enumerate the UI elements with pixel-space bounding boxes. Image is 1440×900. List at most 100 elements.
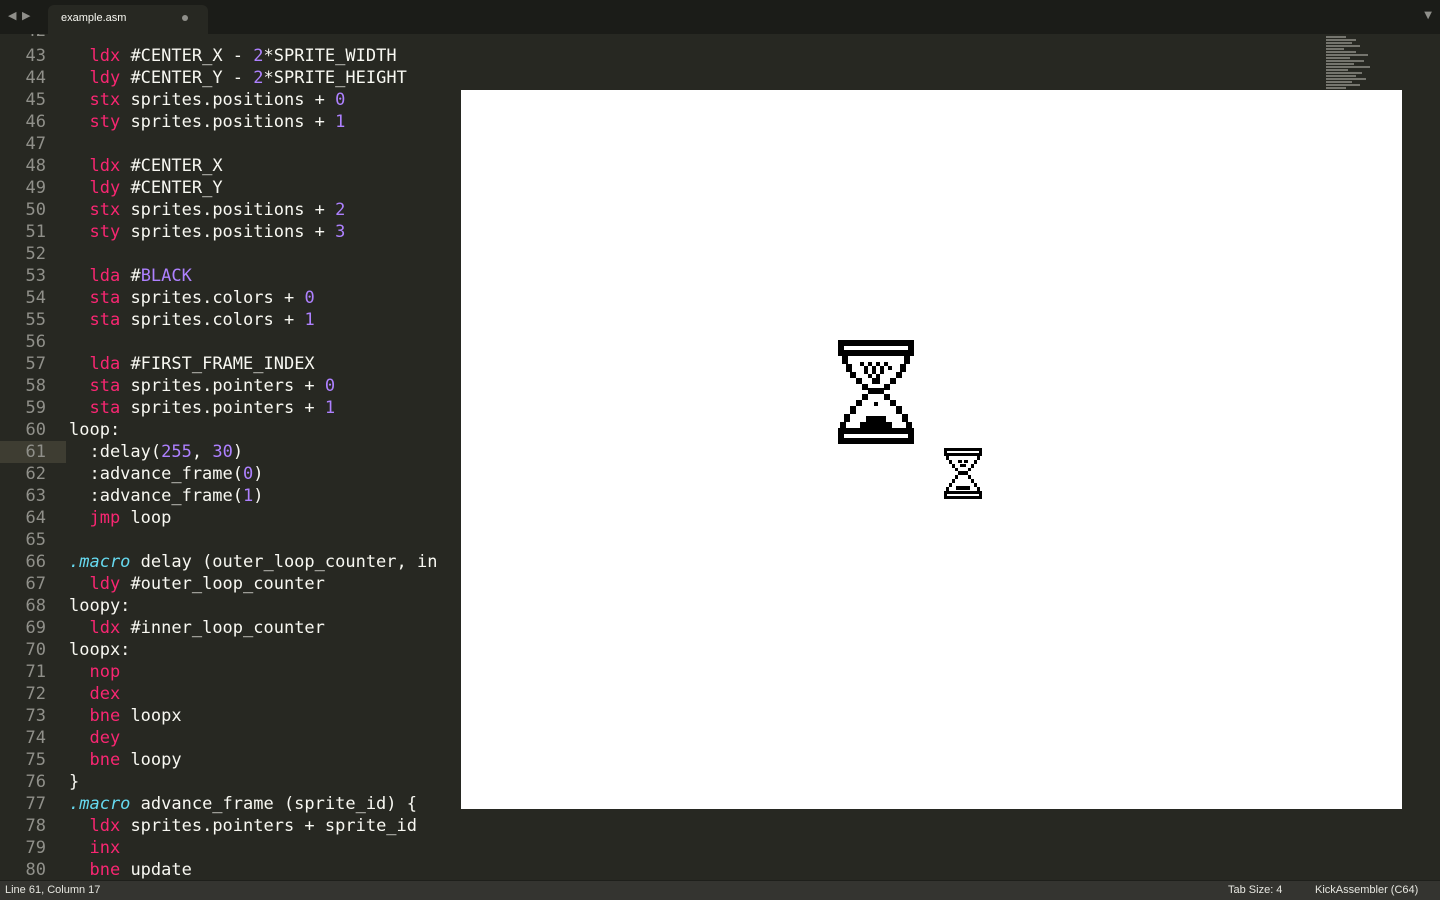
code-token: loopx xyxy=(120,706,182,726)
nav-forward-icon[interactable]: ▶ xyxy=(22,9,30,22)
tab-menu-chevron-icon[interactable]: ▼ xyxy=(1424,10,1432,21)
code-token: *SPRITE_HEIGHT xyxy=(263,68,407,88)
line-number: 48 xyxy=(25,156,46,176)
code-token: .macro xyxy=(69,794,131,814)
code-token: sprites.pointers + xyxy=(120,376,325,396)
line-number: 49 xyxy=(25,178,46,198)
code-text: bne update xyxy=(69,859,191,880)
code-token: ldx xyxy=(89,46,121,66)
code-text: jmp loop xyxy=(69,507,171,529)
line-number: 45 xyxy=(25,90,46,110)
code-token: ) xyxy=(253,464,264,484)
cursor-position[interactable]: Line 61, Column 17 xyxy=(5,884,100,896)
code-token: lda xyxy=(89,354,121,374)
code-text: loopy: xyxy=(69,595,130,617)
code-token: bne xyxy=(89,750,121,770)
line-number: 68 xyxy=(25,596,46,616)
line-number: 50 xyxy=(25,200,46,220)
line-number: 59 xyxy=(25,398,46,418)
code-line[interactable]: 44 ldy #CENTER_Y - 2*SPRITE_HEIGHT xyxy=(0,67,1320,89)
code-token: :delay( xyxy=(69,442,162,462)
status-bar: Line 61, Column 17 Tab Size: 4 KickAssem… xyxy=(0,880,1440,900)
code-token: ldy xyxy=(89,574,121,594)
line-number: 42 xyxy=(0,34,66,42)
code-token: ldy xyxy=(89,68,121,88)
code-token: 0 xyxy=(304,288,315,308)
line-number: 57 xyxy=(25,354,46,374)
code-token: delay (outer_loop_counter, in xyxy=(130,552,438,572)
code-token: sprites.positions + xyxy=(120,200,336,220)
hourglass-large-sprite xyxy=(838,340,914,444)
unsaved-dot-icon[interactable] xyxy=(182,15,188,21)
code-token: #outer_loop_counter xyxy=(120,574,325,594)
code-line[interactable]: 80 bne update xyxy=(0,859,1320,880)
code-text: sty sprites.positions + 1 xyxy=(69,111,345,133)
code-text: .macro delay (outer_loop_counter, in xyxy=(69,551,437,573)
code-line[interactable]: 78 ldx sprites.pointers + sprite_id xyxy=(0,815,1320,837)
nav-back-icon[interactable]: ◀ xyxy=(8,9,16,22)
code-token: dex xyxy=(89,684,121,704)
code-token: :advance_frame( xyxy=(69,464,243,484)
tab-size-selector[interactable]: Tab Size: 4 xyxy=(1228,884,1282,896)
code-token: sta xyxy=(89,310,121,330)
code-token: loopx: xyxy=(69,640,131,660)
code-text: lda #FIRST_FRAME_INDEX xyxy=(69,353,314,375)
line-number: 52 xyxy=(25,244,46,264)
line-number: 80 xyxy=(25,860,46,880)
code-token: sta xyxy=(89,376,121,396)
code-text: :delay(255, 30) xyxy=(69,441,243,463)
code-token: 1 xyxy=(243,486,254,506)
code-token: 2 xyxy=(335,200,346,220)
code-text: } xyxy=(69,771,79,793)
hourglass-small-sprite xyxy=(944,448,982,499)
line-number: 79 xyxy=(25,838,46,858)
code-token: #inner_loop_counter xyxy=(120,618,325,638)
syntax-selector[interactable]: KickAssembler (C64) xyxy=(1315,884,1418,896)
line-number: 65 xyxy=(25,530,46,550)
code-token: 1 xyxy=(324,398,336,418)
code-token: loopy xyxy=(120,750,182,770)
code-text: stx sprites.positions + 0 xyxy=(69,89,345,111)
code-text: ldx #inner_loop_counter xyxy=(69,617,325,639)
code-token: ) xyxy=(253,486,264,506)
code-text: .macro advance_frame (sprite_id) { xyxy=(69,793,417,815)
code-token: ldx xyxy=(89,156,121,176)
code-token: 0 xyxy=(335,90,346,110)
code-token: sprites.pointers + sprite_id xyxy=(120,816,418,836)
code-token: #CENTER_X xyxy=(120,156,223,176)
line-number: 44 xyxy=(25,68,46,88)
line-number: 72 xyxy=(25,684,46,704)
code-token: ldx xyxy=(89,618,121,638)
line-number: 70 xyxy=(25,640,46,660)
code-token: 3 xyxy=(335,222,346,242)
line-number: 56 xyxy=(25,332,46,352)
code-text: nop xyxy=(69,661,120,683)
minimap[interactable] xyxy=(1326,36,1372,92)
code-text: ldy #CENTER_Y - 2*SPRITE_HEIGHT xyxy=(69,67,407,89)
code-token: lda xyxy=(89,266,121,286)
code-token: dey xyxy=(89,728,121,748)
code-token: 30 xyxy=(212,442,233,462)
tab-example-asm[interactable]: example.asm xyxy=(48,5,208,34)
code-line[interactable]: 79 inx xyxy=(0,837,1320,859)
code-line[interactable]: 43 ldx #CENTER_X - 2*SPRITE_WIDTH xyxy=(0,45,1320,67)
code-token: #CENTER_Y xyxy=(120,178,223,198)
code-token: bne xyxy=(89,860,121,880)
line-number: 76 xyxy=(25,772,46,792)
code-token: sta xyxy=(89,288,121,308)
code-token: *SPRITE_WIDTH xyxy=(263,46,397,66)
line-number: 43 xyxy=(25,46,46,66)
line-number: 71 xyxy=(25,662,46,682)
